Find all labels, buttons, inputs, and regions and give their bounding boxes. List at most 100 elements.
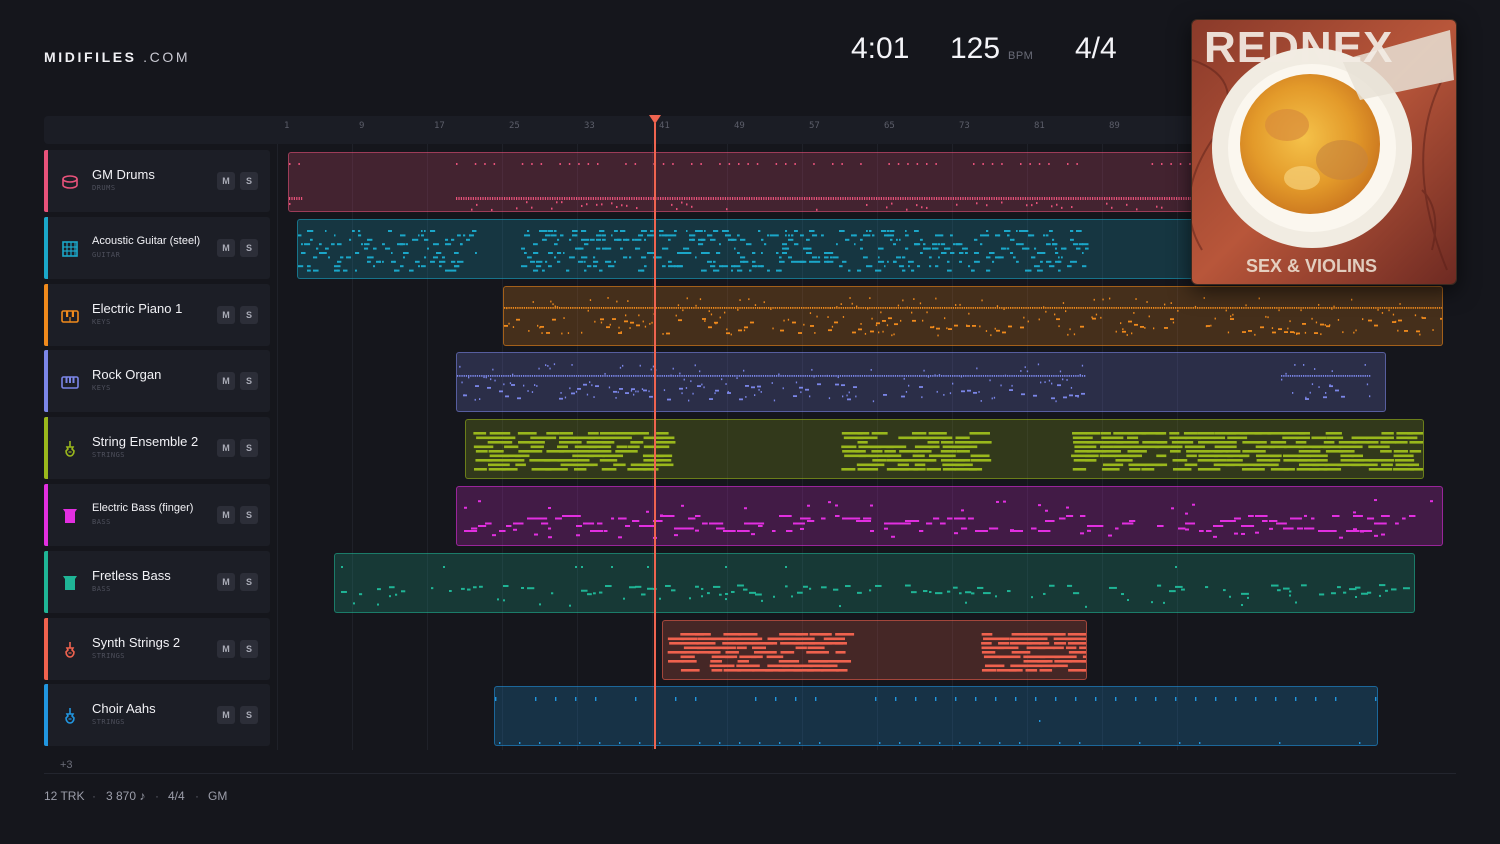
track-header[interactable]: Fretless Bass BASS M S bbox=[44, 551, 270, 613]
clip-notes bbox=[473, 432, 1423, 471]
track-header[interactable]: Electric Bass (finger) BASS M S bbox=[44, 484, 270, 546]
time-signature: 4/4 bbox=[1075, 32, 1117, 65]
solo-button[interactable]: S bbox=[240, 372, 258, 390]
midi-clip[interactable] bbox=[456, 486, 1443, 546]
clip-notes bbox=[495, 697, 1377, 744]
track-category: DRUMS bbox=[92, 184, 116, 192]
ruler-tick-label: 57 bbox=[809, 121, 820, 131]
grid-line bbox=[277, 144, 278, 750]
midi-clip[interactable] bbox=[288, 152, 1195, 212]
track-header[interactable]: Synth Strings 2 STRINGS M S bbox=[44, 618, 270, 680]
footer-time-signature: 4/4 bbox=[168, 789, 185, 803]
footer-standard: GM bbox=[208, 789, 228, 803]
solo-button[interactable]: S bbox=[240, 640, 258, 658]
track-header[interactable]: Rock Organ KEYS M S bbox=[44, 350, 270, 412]
midi-clip[interactable] bbox=[503, 286, 1443, 346]
mute-button[interactable]: M bbox=[217, 172, 235, 190]
track-header[interactable]: Electric Piano 1 KEYS M S bbox=[44, 284, 270, 346]
track-category: BASS bbox=[92, 518, 111, 526]
bass-icon bbox=[60, 506, 80, 526]
clip-notes bbox=[341, 566, 1410, 608]
midi-clip[interactable] bbox=[494, 686, 1378, 746]
clip-notes bbox=[504, 297, 1442, 337]
mute-button[interactable]: M bbox=[217, 640, 235, 658]
drum-icon bbox=[60, 172, 80, 192]
track-color-bar bbox=[44, 618, 48, 680]
mute-button[interactable]: M bbox=[217, 306, 235, 324]
track-header[interactable]: Choir Aahs STRINGS M S bbox=[44, 684, 270, 746]
solo-button[interactable]: S bbox=[240, 573, 258, 591]
footer-separator: · bbox=[92, 789, 96, 803]
footer-separator: · bbox=[195, 789, 199, 803]
track-name: Electric Piano 1 bbox=[92, 301, 183, 316]
midi-clip[interactable] bbox=[465, 419, 1424, 479]
mute-button[interactable]: M bbox=[217, 573, 235, 591]
ruler-tick-label: 65 bbox=[884, 121, 895, 131]
midi-clip[interactable] bbox=[297, 219, 1194, 279]
track-category: STRINGS bbox=[92, 451, 126, 459]
track-category: STRINGS bbox=[92, 718, 126, 726]
mute-button[interactable]: M bbox=[217, 239, 235, 257]
track-color-bar bbox=[44, 684, 48, 746]
track-name: Rock Organ bbox=[92, 367, 162, 382]
footer-track-count: 12 TRK bbox=[44, 789, 85, 803]
violin-icon bbox=[60, 706, 80, 726]
solo-button[interactable]: S bbox=[240, 172, 258, 190]
song-duration: 4:01 bbox=[851, 32, 910, 65]
track-name: Acoustic Guitar (steel) bbox=[92, 235, 201, 247]
more-tracks-indicator[interactable]: +3 bbox=[60, 759, 73, 771]
track-category: BASS bbox=[92, 585, 111, 593]
solo-button[interactable]: S bbox=[240, 239, 258, 257]
tempo-unit: BPM bbox=[1008, 50, 1034, 62]
mute-button[interactable]: M bbox=[217, 439, 235, 457]
piano-keys-icon bbox=[60, 306, 80, 326]
ruler-tick-label: 1 bbox=[284, 121, 290, 131]
mute-button[interactable]: M bbox=[217, 372, 235, 390]
solo-button[interactable]: S bbox=[240, 306, 258, 324]
ruler-tick-label: 81 bbox=[1034, 121, 1045, 131]
midi-clip[interactable] bbox=[662, 620, 1087, 680]
ruler-tick-label: 9 bbox=[359, 121, 365, 131]
solo-button[interactable]: S bbox=[240, 439, 258, 457]
ruler-tick-label: 49 bbox=[734, 121, 745, 131]
footer-separator: · bbox=[155, 789, 159, 803]
solo-button[interactable]: S bbox=[240, 506, 258, 524]
track-color-bar bbox=[44, 551, 48, 613]
clip-notes bbox=[289, 163, 1192, 211]
clip-notes bbox=[298, 230, 1089, 272]
brand-logo: MIDIFILES .COM bbox=[44, 49, 190, 65]
playhead[interactable] bbox=[654, 123, 656, 749]
track-color-bar bbox=[44, 150, 48, 212]
mute-button[interactable]: M bbox=[217, 706, 235, 724]
ruler-tick-label: 17 bbox=[434, 121, 445, 131]
clip-notes bbox=[464, 499, 1433, 539]
track-category: GUITAR bbox=[92, 251, 121, 259]
organ-keys-icon bbox=[60, 372, 80, 392]
mute-button[interactable]: M bbox=[217, 506, 235, 524]
violin-icon bbox=[60, 640, 80, 660]
track-color-bar bbox=[44, 417, 48, 479]
track-color-bar bbox=[44, 284, 48, 346]
track-header[interactable]: GM Drums DRUMS M S bbox=[44, 150, 270, 212]
track-name: Electric Bass (finger) bbox=[92, 502, 194, 514]
album-title: SEX & VIOLINS bbox=[1246, 256, 1377, 276]
midi-clip[interactable] bbox=[456, 352, 1386, 412]
violin-icon bbox=[60, 439, 80, 459]
track-name: GM Drums bbox=[92, 167, 155, 182]
brand-name: MIDIFILES bbox=[44, 49, 137, 65]
clip-notes bbox=[457, 363, 1371, 403]
bass-icon bbox=[60, 573, 80, 593]
clip-notes bbox=[667, 633, 1086, 672]
track-header[interactable]: Acoustic Guitar (steel) GUITAR M S bbox=[44, 217, 270, 279]
midi-clip[interactable] bbox=[334, 553, 1415, 613]
track-category: KEYS bbox=[92, 318, 111, 326]
footer-note-count: 3 870 ♪ bbox=[106, 789, 146, 803]
track-color-bar bbox=[44, 350, 48, 412]
track-category: STRINGS bbox=[92, 652, 126, 660]
track-header[interactable]: String Ensemble 2 STRINGS M S bbox=[44, 417, 270, 479]
playhead-marker[interactable] bbox=[649, 115, 661, 124]
album-cover: REDNEX SEX & VIOLINS bbox=[1191, 19, 1457, 285]
solo-button[interactable]: S bbox=[240, 706, 258, 724]
brand-domain: .COM bbox=[143, 49, 191, 65]
track-color-bar bbox=[44, 217, 48, 279]
